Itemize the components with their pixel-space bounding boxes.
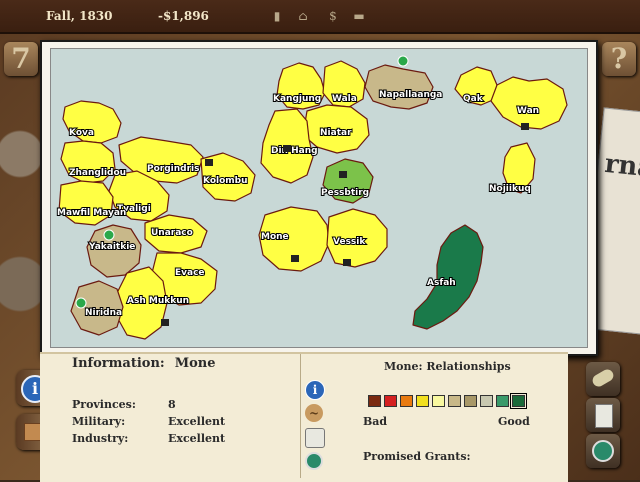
promised-grants-label: Promised Grants: [363, 450, 471, 463]
province-label: Qak [463, 94, 484, 104]
info-label: Information: [72, 356, 165, 371]
relationship-swatch [432, 395, 445, 407]
world-map[interactable]: Kangjung Wala Napallaanga Qak Wan Niatar Din H… [50, 48, 588, 348]
right-tab-scroll[interactable] [586, 362, 620, 396]
notepad-icon [595, 404, 613, 428]
province-label: Mawfil Mayan [57, 208, 126, 218]
scroll-icon[interactable]: ~ [305, 404, 323, 422]
capital-icon[interactable] [161, 319, 169, 326]
province-label: Asfah [427, 278, 456, 288]
help-button[interactable]: ? [602, 42, 636, 76]
stat-military: Military: Excellent [72, 415, 226, 428]
capitol-icon[interactable]: ⌂ [296, 8, 310, 24]
capital-icon[interactable] [521, 123, 529, 130]
capitol-icon[interactable] [305, 452, 323, 470]
factory-icon[interactable]: ▮ [270, 8, 284, 24]
right-tab-capitol[interactable] [586, 434, 620, 468]
document-icon[interactable] [305, 428, 325, 448]
capital-icon[interactable] [339, 171, 347, 178]
province-label: Din Hang [271, 146, 318, 156]
province-label: Zhanglidou [69, 168, 126, 178]
relationship-good-label: Good [498, 415, 530, 428]
relationship-swatch [480, 395, 493, 407]
top-bar: Fall, 1830 -$1,896 ▮ ⌂ $ ▬ [0, 0, 640, 34]
province-label: Kolombu [203, 176, 248, 186]
province-label: Vessik [333, 237, 366, 247]
province-label: Niatar [320, 128, 352, 138]
resource-icon[interactable] [75, 297, 87, 309]
province-label: Ash Mukkun [127, 296, 189, 306]
menu-button[interactable]: 7 [4, 42, 38, 76]
province-label: Evace [175, 268, 205, 278]
right-tab-notepad[interactable] [586, 398, 620, 432]
relationships-title: Mone: Relationships [384, 360, 511, 373]
province-label: Unaraco [151, 228, 193, 238]
province-label: Mone [261, 232, 289, 242]
trade-icon[interactable]: ▬ [352, 8, 366, 24]
province-label: Kova [69, 128, 94, 138]
province-napallaanga[interactable] [364, 64, 434, 110]
map-frame: Kangjung Wala Napallaanga Qak Wan Niatar Din H… [40, 40, 598, 356]
scroll-icon [590, 367, 616, 389]
province-label: Nojiikuq [489, 184, 531, 194]
relationship-bad-label: Bad [363, 415, 388, 428]
province-label: Niridna [85, 308, 122, 318]
province-label: Yakaitkie [88, 242, 135, 252]
province-label: Kangjung [273, 94, 321, 104]
date-label: Fall, 1830 [46, 9, 113, 23]
info-nation-name: Mone [174, 356, 216, 371]
province-mawfil-mayan[interactable] [58, 180, 114, 226]
capital-icon[interactable] [283, 145, 291, 152]
relationship-swatch [448, 395, 461, 407]
relationship-swatch [416, 395, 429, 407]
map-svg[interactable]: Kangjung Wala Napallaanga Qak Wan NiatarDin H… [51, 49, 587, 347]
relationship-swatch [464, 395, 477, 407]
province-mone[interactable] [412, 224, 484, 330]
stat-industry: Industry: Excellent [72, 432, 226, 445]
relationship-swatch [496, 395, 509, 407]
dollar-icon[interactable]: $ [326, 8, 340, 24]
province-label: Pessbtirg [321, 188, 369, 198]
resource-icon[interactable] [103, 229, 115, 241]
province-wan[interactable] [490, 76, 568, 130]
panel-divider [300, 354, 301, 478]
capital-icon[interactable] [291, 255, 299, 262]
province-label: Napallaanga [379, 90, 442, 100]
province-label: Wan [517, 106, 539, 116]
stat-provinces: Provinces: 8 [72, 398, 176, 411]
relationship-swatch [400, 395, 413, 407]
capital-icon[interactable] [343, 259, 351, 266]
relationship-swatch [384, 395, 397, 407]
relationship-swatch [510, 393, 527, 409]
relationship-swatch [368, 395, 381, 407]
province-label: Porgindris [147, 164, 199, 174]
info-icon[interactable]: i [305, 380, 325, 400]
treasury-label: -$1,896 [158, 9, 209, 23]
relationship-scale [368, 393, 527, 409]
province-label: Wala [332, 94, 357, 104]
info-heading: Information: Mone [72, 356, 216, 371]
capital-icon[interactable] [205, 159, 213, 166]
capitol-icon [592, 440, 614, 462]
resource-icon[interactable] [397, 55, 409, 67]
